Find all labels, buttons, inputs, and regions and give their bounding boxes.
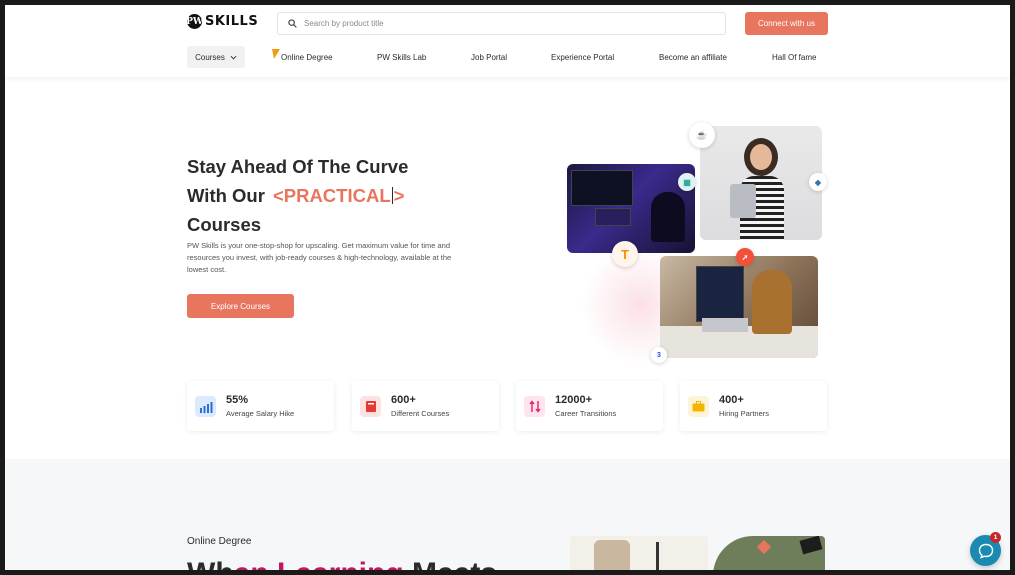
hero-accent-word: <PRACTICAL > <box>273 185 405 206</box>
stat-card-hiring-partners: 400+ Hiring Partners <box>680 381 827 431</box>
growth-chart-icon <box>195 396 216 417</box>
cap-shape <box>799 536 823 555</box>
transition-arrows-icon <box>524 396 545 417</box>
pw-skills-logo[interactable]: PW SKILLS <box>186 14 259 29</box>
pw-logo-mark: PW <box>186 14 203 29</box>
stat-label: Hiring Partners <box>719 409 770 418</box>
stat-label: Career Transitions <box>555 409 617 418</box>
hero-heading: Stay Ahead Of The Curve With Our <PRACTIC… <box>187 152 507 239</box>
briefcase-icon <box>688 396 709 417</box>
python-icon: ◆ <box>809 173 827 191</box>
nav-courses-label: Courses <box>195 52 225 62</box>
hero-line-2-text: With Our <box>187 185 265 206</box>
laptop-held <box>730 184 756 218</box>
stat-card-courses: 600+ Different Courses <box>352 381 499 431</box>
explore-courses-button[interactable]: Explore Courses <box>187 294 294 318</box>
nav-become-affiliate[interactable]: Become an affiliate <box>659 46 727 68</box>
search-icon <box>288 19 297 28</box>
online-degree-heading: When Learning Meets <box>187 557 497 570</box>
pole-shape <box>656 542 659 570</box>
nav-pw-skills-lab[interactable]: PW Skills Lab <box>377 46 426 68</box>
chevron-down-icon <box>230 55 237 59</box>
stat-card-transitions: 12000+ Career Transitions <box>516 381 663 431</box>
heading-part-1: Wh <box>187 557 234 570</box>
nav-experience-portal[interactable]: Experience Portal <box>551 46 614 68</box>
connect-with-us-button[interactable]: Connect with us <box>745 12 828 35</box>
heading-part-2: en Learning <box>234 557 404 570</box>
stat-label: Different Courses <box>391 409 450 418</box>
building-shape <box>594 540 630 570</box>
person-silhouette <box>651 192 685 242</box>
new-flag-icon <box>272 49 280 59</box>
photo-student-with-laptop <box>700 126 822 240</box>
face-shape <box>750 144 772 170</box>
hero-description: PW Skills is your one-stop-shop for upsc… <box>187 241 452 274</box>
photo-graduate <box>570 536 708 570</box>
stat-card-salary-hike: 55% Average Salary Hike <box>187 381 334 431</box>
section-label: Online Degree <box>187 536 252 547</box>
stat-value: 12000+ <box>555 394 593 406</box>
hero-line-1: Stay Ahead Of The Curve <box>187 156 409 177</box>
nav-online-degree-label: Online Degree <box>281 52 333 62</box>
unread-count-badge: 1 <box>990 532 1001 543</box>
monitor-shape <box>571 170 633 206</box>
logo-text: SKILLS <box>205 14 259 29</box>
laptop-shape <box>595 208 631 226</box>
online-degree-section <box>5 459 1010 570</box>
css3-icon: 3 <box>651 347 667 363</box>
nav-job-portal[interactable]: Job Portal <box>471 46 507 68</box>
search-input[interactable] <box>304 19 704 28</box>
typing-caret <box>391 187 393 204</box>
nav-courses-dropdown[interactable]: Courses <box>187 46 245 68</box>
stat-value: 400+ <box>719 394 744 406</box>
swift-icon: ➚ <box>736 248 754 266</box>
tensorflow-icon: T <box>612 241 638 267</box>
page: PW SKILLS Connect with us Courses Online… <box>5 5 1010 570</box>
nav-hall-of-fame[interactable]: Hall Of fame <box>772 46 816 68</box>
photo-coder-at-night <box>567 164 695 253</box>
database-icon: ▦ <box>678 173 696 191</box>
main-nav: Courses Online Degree PW Skills Lab Job … <box>187 46 837 68</box>
laptop-shape-2 <box>702 318 748 332</box>
heading-part-3: Meets <box>404 557 497 570</box>
hero-line-3: Courses <box>187 214 262 235</box>
stat-value: 600+ <box>391 394 416 406</box>
stat-label: Average Salary Hike <box>226 409 295 418</box>
photo-developer-at-desk <box>660 256 818 358</box>
hero-accent-suffix: > <box>393 185 405 206</box>
tassel-shape <box>756 539 772 555</box>
book-icon <box>360 396 381 417</box>
hero-line-2: With Our <PRACTICAL > <box>187 181 507 210</box>
chat-bubble-icon <box>978 543 993 559</box>
stat-value: 55% <box>226 394 249 406</box>
java-icon: ☕ <box>689 122 715 148</box>
nav-online-degree[interactable]: Online Degree <box>272 46 333 68</box>
logo-mark-text: PW <box>186 16 203 27</box>
search-bar[interactable] <box>277 12 726 35</box>
site-header: PW SKILLS Connect with us Courses Online… <box>5 5 1010 77</box>
person-shape <box>752 270 792 334</box>
hero-accent-prefix: <PRACTICAL <box>272 185 391 206</box>
desk-monitor <box>696 266 744 322</box>
